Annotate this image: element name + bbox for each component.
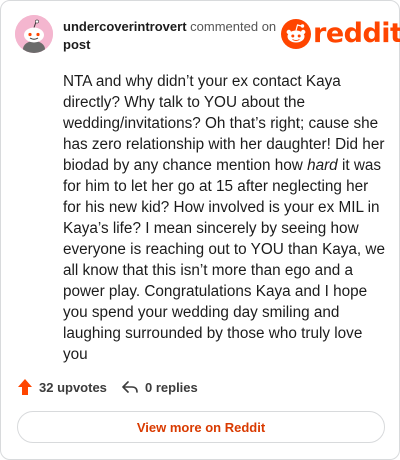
- reddit-wordmark: reddit: [313, 18, 400, 49]
- comment-meta: undercoverintrovert commented on post: [63, 18, 283, 54]
- upvote-arrow-icon[interactable]: [17, 378, 33, 396]
- comment-body-emphasis: hard: [307, 157, 338, 174]
- snoo-avatar-icon: [15, 15, 53, 53]
- user-avatar[interactable]: [15, 15, 53, 53]
- comment-body: NTA and why didn’t your ex contact Kaya …: [63, 71, 385, 365]
- view-more-button[interactable]: View more on Reddit: [17, 411, 385, 443]
- reddit-comment-card: undercoverintrovert commented on post re…: [0, 0, 400, 460]
- upvote-control[interactable]: 32 upvotes: [17, 377, 107, 397]
- comment-footer: 32 upvotes 0 replies: [17, 375, 385, 399]
- reddit-snoo-icon: [281, 19, 311, 49]
- reply-arrow-icon: [122, 381, 138, 393]
- comment-body-part-2: it was for him to let her go at 15 after…: [63, 157, 385, 363]
- reply-count: 0 replies: [145, 379, 198, 395]
- comment-header: undercoverintrovert commented on post re…: [15, 15, 400, 59]
- post-link[interactable]: post: [63, 37, 90, 52]
- action-text: commented on: [190, 19, 277, 34]
- reddit-logo[interactable]: reddit: [281, 17, 400, 51]
- username-link[interactable]: undercoverintrovert: [63, 19, 187, 34]
- upvote-count: 32 upvotes: [39, 379, 107, 395]
- replies-control[interactable]: 0 replies: [121, 377, 198, 397]
